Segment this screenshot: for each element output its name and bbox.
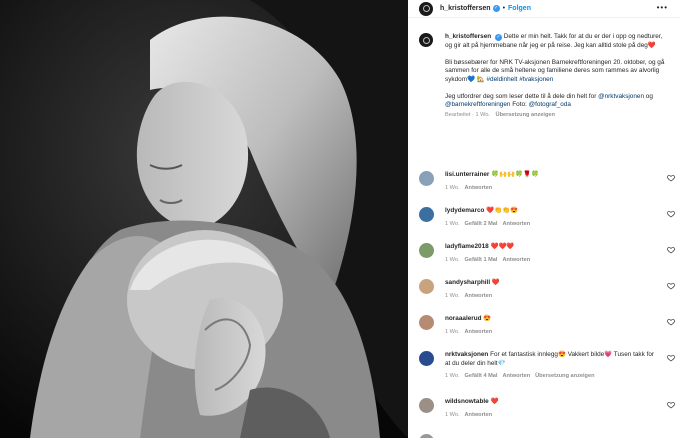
comment-time: 1 Wo. [445, 328, 460, 335]
comment-text: ❤️❤️❤️ [490, 243, 515, 250]
comment-item: nrktvaksjonen For et fantastisk innlegg😍… [419, 351, 680, 381]
comment-meta: 1 Wo. Antworten [445, 292, 655, 301]
comment-item: ladyflame2018 ❤️❤️❤️ 1 Wo. Gefällt 1 Mal An… [419, 243, 680, 273]
mention-barnekreftforeningen[interactable]: @barnekreftforeningen [445, 101, 510, 108]
reply-button[interactable]: Antworten [502, 221, 530, 227]
comment-time: 1 Wo. [445, 220, 460, 227]
commenter-avatar[interactable] [419, 315, 434, 330]
reply-button[interactable]: Antworten [465, 412, 493, 418]
comment-body: ladyflame2018 ❤️❤️❤️ 1 Wo. Gefällt 1 Mal An… [445, 243, 655, 264]
commenter-username[interactable]: noraaalerud [445, 315, 482, 322]
author-username[interactable]: h_kristoffersen [440, 5, 491, 12]
post-caption: h_kristoffersen ✓ Dette er min helt. Tak… [419, 33, 671, 120]
comment-meta: 1 Wo. Gefällt 4 Mal Antworten Übersetzung a… [445, 372, 655, 381]
commenter-username[interactable]: sandysharphill [445, 279, 490, 286]
comment-likes[interactable]: Gefällt 2 Mal [465, 221, 498, 227]
comment-text: ❤️👏👏😍 [486, 207, 519, 214]
comment-time: 1 Wo. [445, 292, 460, 299]
comments-panel: h_kristoffersen ✓ • Folgen ••• h_kristof… [408, 0, 680, 438]
commenter-username[interactable]: nrktvaksjonen [445, 351, 488, 358]
comment-body: nrktvaksjonen For et fantastisk innlegg😍… [445, 351, 655, 381]
like-heart-icon[interactable] [667, 354, 675, 362]
comment-likes[interactable]: Gefällt 1 Mal [465, 257, 498, 263]
comment-time: 1 Wo. [445, 373, 460, 379]
commenter-username[interactable]: ladyflame2018 [445, 243, 489, 250]
caption-text-og: og [644, 92, 653, 100]
hashtag-tvaksjonen[interactable]: #tvaksjonen [519, 76, 553, 83]
post-header: h_kristoffersen ✓ • Folgen ••• [408, 0, 680, 18]
caption-edited-time: Bearbeitet · 1 Wo. [445, 112, 490, 118]
comment-meta: 1 Wo. Gefällt 1 Mal Antworten [445, 256, 655, 265]
commenter-avatar[interactable] [419, 398, 434, 413]
post-photo[interactable] [0, 0, 408, 438]
commenter-username[interactable]: lydydemarco [445, 207, 484, 214]
hashtag-deldinhelt[interactable]: #deldinhelt [486, 76, 517, 83]
comment-meta: 1 Wo. Antworten [445, 184, 655, 193]
comment-text: 🍀🙌🙌🍀🌹🍀 [491, 171, 539, 178]
next-comment-avatar[interactable] [419, 434, 434, 438]
commenter-username[interactable]: lisi.unterrainer [445, 171, 489, 178]
comment-body: sandysharphill ❤️ 1 Wo. Antworten [445, 279, 655, 300]
comment-body: lisi.unterrainer 🍀🙌🙌🍀🌹🍀 1 Wo. Antworten [445, 171, 655, 192]
commenter-avatar[interactable] [419, 171, 434, 186]
comment-body: lydydemarco ❤️👏👏😍 1 Wo. Gefällt 2 Mal Antwo… [445, 207, 655, 228]
comment-meta: 1 Wo. Gefällt 2 Mal Antworten [445, 220, 655, 229]
commenter-avatar[interactable] [419, 351, 434, 366]
caption-avatar[interactable] [419, 33, 433, 47]
separator-dot: • [502, 5, 506, 12]
like-heart-icon[interactable] [667, 174, 675, 182]
comment-text: ❤️ [491, 279, 500, 286]
comment-meta: 1 Wo. Antworten [445, 411, 655, 420]
comment-item: noraaalerud 😍 1 Wo. Antworten [419, 315, 680, 345]
comment-likes[interactable]: Gefällt 4 Mal [465, 373, 498, 379]
comment-body: wildsnowtable ❤️ 1 Wo. Antworten [445, 398, 655, 419]
comment-item: lydydemarco ❤️👏👏😍 1 Wo. Gefällt 2 Mal Antwo… [419, 207, 680, 237]
comment-item: lisi.unterrainer 🍀🙌🙌🍀🌹🍀 1 Wo. Antworten [419, 171, 680, 201]
comment-item: wildsnowtable ❤️ 1 Wo. Antworten [419, 398, 680, 428]
reply-button[interactable]: Antworten [465, 329, 493, 335]
author-avatar[interactable] [419, 1, 433, 16]
commenter-avatar[interactable] [419, 207, 434, 222]
reply-button[interactable]: Antworten [502, 257, 530, 263]
reply-button[interactable]: Antworten [465, 185, 493, 191]
comment-body: noraaalerud 😍 1 Wo. Antworten [445, 315, 655, 336]
show-translation-link[interactable]: Übersetzung anzeigen [496, 112, 555, 118]
caption-username[interactable]: h_kristoffersen [445, 33, 491, 40]
verified-badge-icon: ✓ [492, 5, 500, 12]
commenter-avatar[interactable] [419, 279, 434, 294]
more-options-icon[interactable]: ••• [657, 3, 668, 12]
caption-text-3: Jeg utfordrer deg som leser dette til å … [445, 92, 599, 100]
commenter-username[interactable]: wildsnowtable [445, 398, 489, 405]
comment-text: 😍 [483, 315, 492, 322]
comment-item: sandysharphill ❤️ 1 Wo. Antworten [419, 279, 680, 309]
caption-text-foto: Foto: [510, 101, 529, 108]
mention-nrktvaksjonen[interactable]: @nrktvaksjonen [598, 93, 644, 100]
comment-time: 1 Wo. [445, 256, 460, 263]
like-heart-icon[interactable] [667, 401, 675, 409]
like-heart-icon[interactable] [667, 246, 675, 254]
like-heart-icon[interactable] [667, 318, 675, 326]
commenter-avatar[interactable] [419, 243, 434, 258]
comment-time: 1 Wo. [445, 184, 460, 191]
caption-meta: Bearbeitet · 1 Wo. Übersetzung anzeigen [445, 111, 671, 120]
photo-illustration [0, 0, 408, 438]
caption-text-2: Bli bøssebærer for NRK TV-aksjonen Barne… [445, 58, 665, 83]
verified-badge-icon: ✓ [494, 34, 502, 41]
show-translation-link[interactable]: Übersetzung anzeigen [535, 373, 594, 379]
comment-meta: 1 Wo. Antworten [445, 328, 655, 337]
like-heart-icon[interactable] [667, 282, 675, 290]
comment-time: 1 Wo. [445, 411, 460, 418]
reply-button[interactable]: Antworten [465, 293, 493, 299]
like-heart-icon[interactable] [667, 210, 675, 218]
comment-text: ❤️ [490, 398, 499, 405]
mention-fotograf-oda[interactable]: @fotograf_oda [529, 101, 571, 108]
reply-button[interactable]: Antworten [502, 373, 530, 379]
follow-button[interactable]: Folgen [508, 5, 531, 12]
